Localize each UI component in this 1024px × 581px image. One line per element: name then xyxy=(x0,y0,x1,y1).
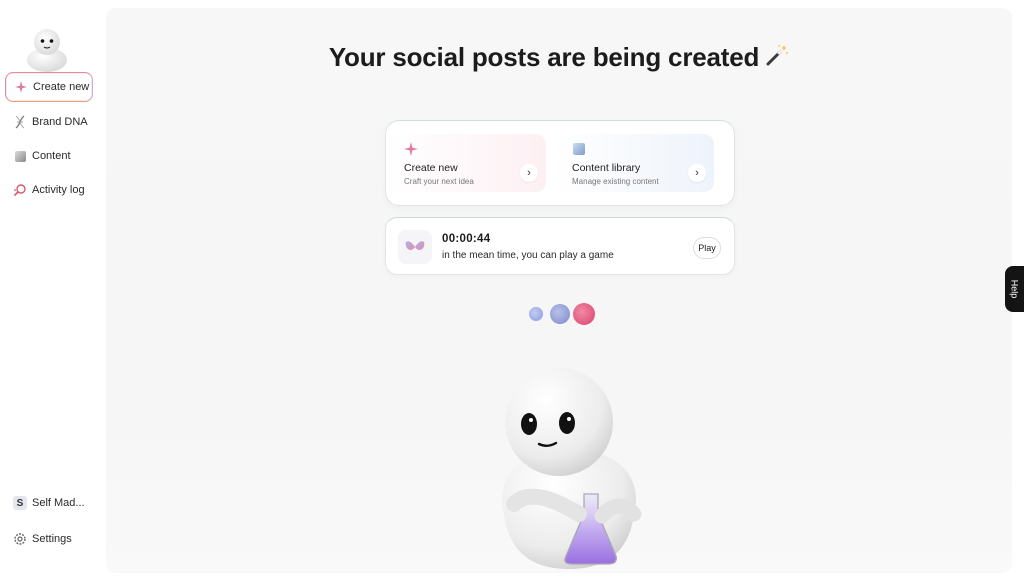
card-title: Create new xyxy=(404,162,458,174)
main-content: Your social posts are being created Crea… xyxy=(106,8,1012,573)
sidebar-item-label: Activity log xyxy=(32,184,85,196)
avatar: S xyxy=(13,496,27,510)
sparkle-icon xyxy=(404,142,418,156)
card-title: Content library xyxy=(572,162,641,174)
loading-dot xyxy=(550,304,570,324)
sidebar-item-activity-log[interactable]: Activity log xyxy=(5,175,93,205)
sidebar-item-content[interactable]: Content xyxy=(5,141,93,171)
card-subtitle: Manage existing content xyxy=(572,177,659,186)
quick-actions-panel: Create new Craft your next idea › Conten… xyxy=(385,120,735,206)
waiting-timer-card: 00:00:44 in the mean time, you can play … xyxy=(385,217,735,275)
mascot-logo-icon[interactable] xyxy=(24,22,70,72)
card-subtitle: Craft your next idea xyxy=(404,177,474,186)
chevron-right-icon[interactable]: › xyxy=(688,164,706,182)
loading-indicator xyxy=(526,302,606,326)
magic-wand-icon xyxy=(765,42,789,73)
butterfly-icon xyxy=(398,230,432,264)
dna-icon xyxy=(13,115,27,129)
sidebar-item-label: Create new xyxy=(33,81,90,93)
gear-icon xyxy=(13,532,27,546)
help-tab[interactable]: Help xyxy=(1005,266,1024,312)
elapsed-time: 00:00:44 xyxy=(442,233,491,245)
content-library-card[interactable]: Content library Manage existing content … xyxy=(554,134,714,192)
sidebar-item-label: Brand DNA xyxy=(32,116,88,128)
create-new-card[interactable]: Create new Craft your next idea › xyxy=(386,134,546,192)
sidebar-item-settings[interactable]: Settings xyxy=(5,524,93,554)
account-name: Self Mad... xyxy=(32,497,85,509)
sidebar-item-label: Settings xyxy=(32,533,72,545)
timer-message: in the mean time, you can play a game xyxy=(442,250,614,261)
activity-icon xyxy=(13,183,27,197)
help-label: Help xyxy=(1009,279,1020,299)
content-icon xyxy=(573,143,585,155)
sidebar-item-create-new[interactable]: Create new xyxy=(5,72,93,102)
loading-dot xyxy=(529,307,543,321)
content-icon xyxy=(13,149,27,163)
sidebar-item-label: Content xyxy=(32,150,71,162)
account-switcher[interactable]: S Self Mad... xyxy=(5,488,93,518)
mascot-illustration xyxy=(502,368,642,569)
chevron-right-icon[interactable]: › xyxy=(520,164,538,182)
loading-dot xyxy=(573,303,595,325)
sidebar-item-brand-dna[interactable]: Brand DNA xyxy=(5,107,93,137)
page-title: Your social posts are being created xyxy=(106,42,1012,73)
play-game-button[interactable]: Play xyxy=(693,237,721,259)
sidebar: Create new Brand DNA Content Activity lo… xyxy=(0,0,106,581)
sparkle-icon xyxy=(14,80,28,94)
